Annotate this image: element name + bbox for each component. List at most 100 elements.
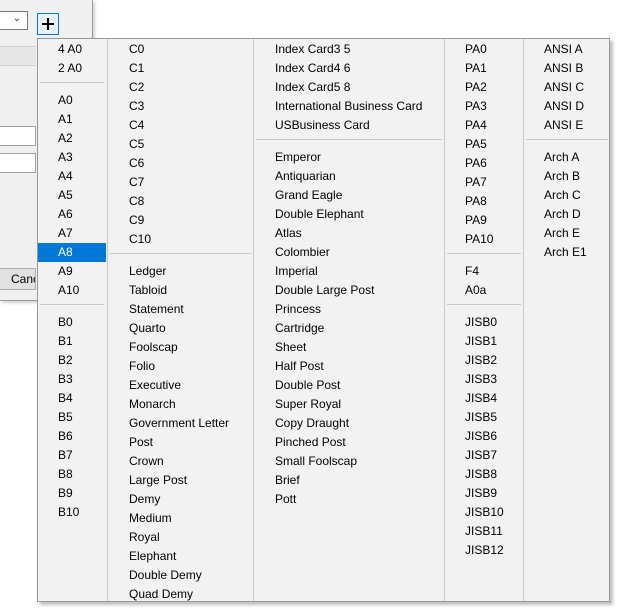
menu-item-jisb2[interactable]: JISB2 bbox=[445, 351, 523, 370]
menu-item-index-card4-6[interactable]: Index Card4 6 bbox=[254, 59, 444, 78]
menu-item-jisb8[interactable]: JISB8 bbox=[445, 465, 523, 484]
menu-item-arch-c[interactable]: Arch C bbox=[524, 186, 610, 205]
menu-item-b3[interactable]: B3 bbox=[38, 370, 106, 389]
menu-item-half-post[interactable]: Half Post bbox=[254, 357, 444, 376]
width-field[interactable] bbox=[0, 126, 36, 146]
menu-item-c2[interactable]: C2 bbox=[108, 78, 253, 97]
menu-item-sheet[interactable]: Sheet bbox=[254, 338, 444, 357]
menu-item-b8[interactable]: B8 bbox=[38, 465, 106, 484]
menu-item-grand-eagle[interactable]: Grand Eagle bbox=[254, 186, 444, 205]
menu-item-pa3[interactable]: PA3 bbox=[445, 97, 523, 116]
menu-item-b6[interactable]: B6 bbox=[38, 427, 106, 446]
menu-item-princess[interactable]: Princess bbox=[254, 300, 444, 319]
menu-item-jisb7[interactable]: JISB7 bbox=[445, 446, 523, 465]
menu-item-ansi-c[interactable]: ANSI C bbox=[524, 78, 610, 97]
menu-item-jisb11[interactable]: JISB11 bbox=[445, 522, 523, 541]
menu-item-colombier[interactable]: Colombier bbox=[254, 243, 444, 262]
cancel-button[interactable]: Cancel bbox=[0, 268, 36, 290]
menu-item-c8[interactable]: C8 bbox=[108, 192, 253, 211]
menu-item-c3[interactable]: C3 bbox=[108, 97, 253, 116]
menu-item-b0[interactable]: B0 bbox=[38, 313, 106, 332]
menu-item-ledger[interactable]: Ledger bbox=[108, 262, 253, 281]
menu-item-ansi-a[interactable]: ANSI A bbox=[524, 40, 610, 59]
menu-item-2-a0[interactable]: 2 A0 bbox=[38, 59, 106, 78]
menu-item-a6[interactable]: A6 bbox=[38, 205, 106, 224]
menu-item-arch-e[interactable]: Arch E bbox=[524, 224, 610, 243]
menu-item-double-post[interactable]: Double Post bbox=[254, 376, 444, 395]
menu-item-cartridge[interactable]: Cartridge bbox=[254, 319, 444, 338]
menu-item-copy-draught[interactable]: Copy Draught bbox=[254, 414, 444, 433]
menu-item-jisb9[interactable]: JISB9 bbox=[445, 484, 523, 503]
menu-item-b4[interactable]: B4 bbox=[38, 389, 106, 408]
menu-item-c0[interactable]: C0 bbox=[108, 40, 253, 59]
menu-item-c6[interactable]: C6 bbox=[108, 154, 253, 173]
menu-item-a0a[interactable]: A0a bbox=[445, 281, 523, 300]
menu-item-small-foolscap[interactable]: Small Foolscap bbox=[254, 452, 444, 471]
menu-item-a8[interactable]: A8 bbox=[38, 243, 106, 262]
menu-item-medium[interactable]: Medium bbox=[108, 509, 253, 528]
menu-item-a4[interactable]: A4 bbox=[38, 167, 106, 186]
menu-item-pott[interactable]: Pott bbox=[254, 490, 444, 509]
menu-item-super-royal[interactable]: Super Royal bbox=[254, 395, 444, 414]
menu-item-jisb5[interactable]: JISB5 bbox=[445, 408, 523, 427]
menu-item-quarto[interactable]: Quarto bbox=[108, 319, 253, 338]
menu-item-a10[interactable]: A10 bbox=[38, 281, 106, 300]
menu-item-international-business-card[interactable]: International Business Card bbox=[254, 97, 444, 116]
menu-item-demy[interactable]: Demy bbox=[108, 490, 253, 509]
menu-item-post[interactable]: Post bbox=[108, 433, 253, 452]
menu-item-4-a0[interactable]: 4 A0 bbox=[38, 40, 106, 59]
menu-item-government-letter[interactable]: Government Letter bbox=[108, 414, 253, 433]
menu-item-pa10[interactable]: PA10 bbox=[445, 230, 523, 249]
menu-item-atlas[interactable]: Atlas bbox=[254, 224, 444, 243]
menu-item-b1[interactable]: B1 bbox=[38, 332, 106, 351]
menu-item-pa8[interactable]: PA8 bbox=[445, 192, 523, 211]
menu-item-pa7[interactable]: PA7 bbox=[445, 173, 523, 192]
menu-item-pa0[interactable]: PA0 bbox=[445, 40, 523, 59]
menu-item-elephant[interactable]: Elephant bbox=[108, 547, 253, 566]
menu-item-a5[interactable]: A5 bbox=[38, 186, 106, 205]
menu-item-a0[interactable]: A0 bbox=[38, 91, 106, 110]
menu-item-c10[interactable]: C10 bbox=[108, 230, 253, 249]
menu-item-executive[interactable]: Executive bbox=[108, 376, 253, 395]
menu-item-index-card3-5[interactable]: Index Card3 5 bbox=[254, 40, 444, 59]
menu-item-brief[interactable]: Brief bbox=[254, 471, 444, 490]
menu-item-c4[interactable]: C4 bbox=[108, 116, 253, 135]
menu-item-jisb3[interactable]: JISB3 bbox=[445, 370, 523, 389]
menu-item-pa5[interactable]: PA5 bbox=[445, 135, 523, 154]
menu-item-imperial[interactable]: Imperial bbox=[254, 262, 444, 281]
menu-item-arch-d[interactable]: Arch D bbox=[524, 205, 610, 224]
menu-item-usbusiness-card[interactable]: USBusiness Card bbox=[254, 116, 444, 135]
menu-item-c9[interactable]: C9 bbox=[108, 211, 253, 230]
height-field[interactable] bbox=[0, 153, 36, 173]
menu-item-ansi-d[interactable]: ANSI D bbox=[524, 97, 610, 116]
menu-item-pa1[interactable]: PA1 bbox=[445, 59, 523, 78]
menu-item-a3[interactable]: A3 bbox=[38, 148, 106, 167]
menu-item-quad-demy[interactable]: Quad Demy bbox=[108, 585, 253, 604]
menu-item-large-post[interactable]: Large Post bbox=[108, 471, 253, 490]
menu-item-folio[interactable]: Folio bbox=[108, 357, 253, 376]
menu-item-b2[interactable]: B2 bbox=[38, 351, 106, 370]
menu-item-pa9[interactable]: PA9 bbox=[445, 211, 523, 230]
paper-size-combo[interactable]: ⌄ bbox=[0, 11, 28, 30]
menu-item-double-demy[interactable]: Double Demy bbox=[108, 566, 253, 585]
menu-item-emperor[interactable]: Emperor bbox=[254, 148, 444, 167]
menu-item-b5[interactable]: B5 bbox=[38, 408, 106, 427]
menu-item-f4[interactable]: F4 bbox=[445, 262, 523, 281]
menu-item-b7[interactable]: B7 bbox=[38, 446, 106, 465]
menu-item-c1[interactable]: C1 bbox=[108, 59, 253, 78]
menu-item-ansi-b[interactable]: ANSI B bbox=[524, 59, 610, 78]
menu-item-crown[interactable]: Crown bbox=[108, 452, 253, 471]
menu-item-monarch[interactable]: Monarch bbox=[108, 395, 253, 414]
menu-item-arch-a[interactable]: Arch A bbox=[524, 148, 610, 167]
menu-item-statement[interactable]: Statement bbox=[108, 300, 253, 319]
menu-item-arch-b[interactable]: Arch B bbox=[524, 167, 610, 186]
menu-item-b10[interactable]: B10 bbox=[38, 503, 106, 522]
menu-item-pa6[interactable]: PA6 bbox=[445, 154, 523, 173]
menu-item-pinched-post[interactable]: Pinched Post bbox=[254, 433, 444, 452]
menu-item-a7[interactable]: A7 bbox=[38, 224, 106, 243]
menu-item-arch-e1[interactable]: Arch E1 bbox=[524, 243, 610, 262]
menu-item-c7[interactable]: C7 bbox=[108, 173, 253, 192]
menu-item-tabloid[interactable]: Tabloid bbox=[108, 281, 253, 300]
menu-item-jisb1[interactable]: JISB1 bbox=[445, 332, 523, 351]
menu-item-jisb6[interactable]: JISB6 bbox=[445, 427, 523, 446]
